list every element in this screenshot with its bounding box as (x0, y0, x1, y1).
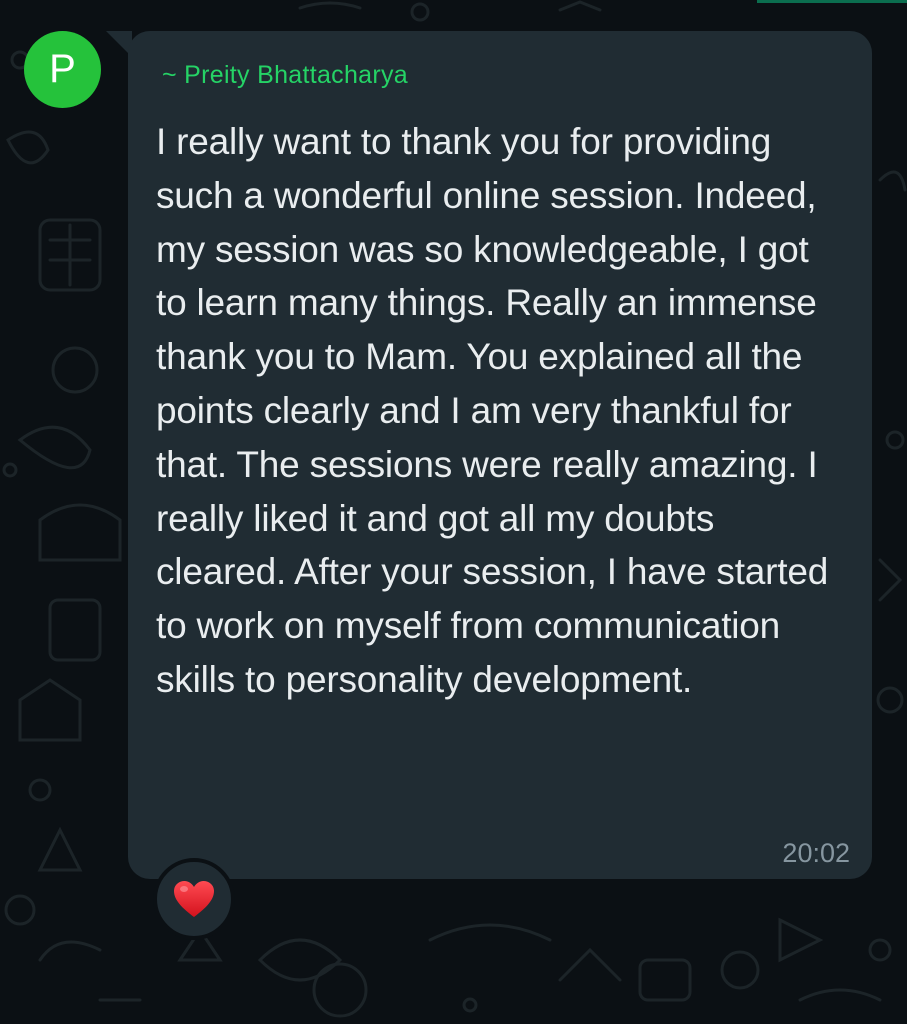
message-bubble[interactable]: ~ Preity Bhattacharya I really want to t… (128, 31, 872, 879)
red-heart-icon (174, 881, 214, 917)
message-text: I really want to thank you for providing… (156, 121, 829, 700)
message-timestamp: 20:02 (782, 838, 850, 868)
reaction-badge[interactable] (153, 858, 235, 940)
sender-avatar[interactable]: P (24, 31, 101, 108)
avatar-initial: P (49, 47, 76, 91)
top-accent-bar (757, 0, 907, 3)
sender-name[interactable]: ~ Preity Bhattacharya (162, 61, 408, 90)
